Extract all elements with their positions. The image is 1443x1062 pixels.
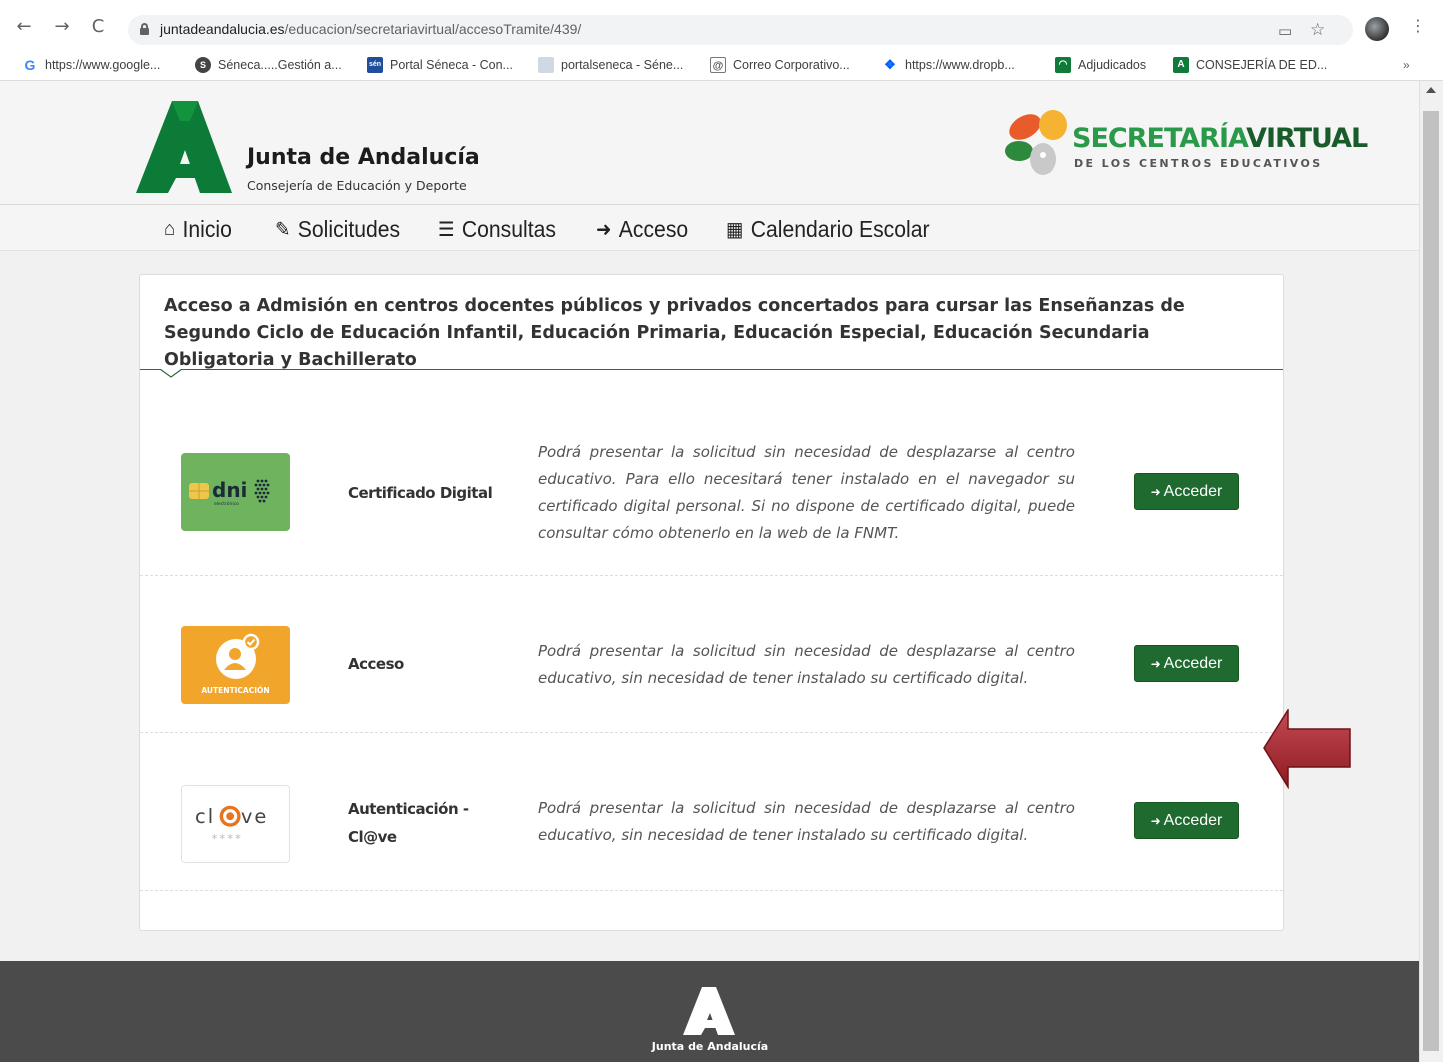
option-description: Podrá presentar la solicitud sin necesid… [538, 443, 1075, 542]
page-scrollbar[interactable] [1419, 81, 1443, 1062]
browser-toolbar: ← → C juntadeandalucia.es/educacion/secr… [0, 0, 1443, 50]
left-arrow-annotation-icon [1263, 709, 1351, 789]
nav-label: Consultas [461, 216, 556, 242]
button-label: Acceder [1163, 655, 1223, 672]
nav-calendario[interactable]: ▦ Calendario Escolar [726, 216, 930, 243]
button-label: Acceder [1163, 483, 1223, 500]
bookmark-label: https://www.google... [45, 58, 161, 72]
bookmark-label: Séneca.....Gestión a... [218, 58, 342, 72]
nav-label: Inicio [182, 216, 232, 242]
acceder-certificado-button[interactable]: ➜ Acceder [1134, 473, 1239, 510]
bookmark-label: Adjudicados [1078, 58, 1147, 72]
address-bar[interactable]: juntadeandalucia.es/educacion/secretaria… [128, 15, 1353, 45]
nav-acceso[interactable]: ➜ Acceso [596, 216, 688, 243]
bookmark-correo[interactable]: @ Correo Corporativo... [710, 57, 850, 73]
footer-text: Junta de Andalucía [651, 1040, 769, 1053]
site-subtitle: Consejería de Educación y Deporte [247, 178, 467, 193]
acceder-clave-button[interactable]: ➜ Acceder [1134, 802, 1239, 839]
list-icon: ☰ [438, 219, 455, 241]
back-arrow-icon[interactable]: ← [14, 17, 34, 37]
sen-icon: sén [367, 57, 383, 73]
pencil-icon: ✎ [275, 219, 291, 241]
access-panel: Acceso a Admisión en centros docentes pú… [139, 274, 1284, 931]
calendar-icon: ▦ [726, 219, 744, 241]
option-label: Certificado Digital [348, 484, 493, 502]
sign-in-icon: ➜ [596, 219, 612, 241]
clave-stars: **** [212, 832, 243, 846]
bookmarks-bar: G https://www.google... S Séneca.....Ges… [0, 50, 1443, 81]
bookmark-consejeria[interactable]: A CONSEJERÍA DE ED... [1173, 57, 1327, 73]
secretaria-virtual-subtitle: DE LOS CENTROS EDUCATIVOS [1074, 157, 1323, 170]
option-row-certificado: dni electrónico Certificado Digital Podr… [140, 405, 1283, 576]
option-row-acceso: AUTENTICACIÓN Acceso Podrá presentar la … [140, 576, 1283, 733]
panel-notch [160, 369, 182, 378]
clave-text-a: cl [195, 805, 215, 828]
portal-icon [538, 57, 554, 73]
clave-text-b: ve [241, 805, 268, 828]
consejeria-icon: A [1173, 57, 1189, 73]
site-title: Junta de Andalucía [247, 145, 480, 170]
scroll-thumb[interactable] [1423, 111, 1439, 1051]
nav-inicio[interactable]: ⌂ Inicio [164, 216, 232, 243]
forward-arrow-icon[interactable]: → [52, 17, 72, 37]
clave-logo-icon: cl ve **** [181, 785, 290, 863]
autenticacion-text: AUTENTICACIÓN [201, 686, 269, 695]
url-text[interactable]: juntadeandalucia.es/educacion/secretaria… [160, 21, 581, 37]
option-label: Acceso [348, 655, 404, 673]
site-header: Junta de Andalucía Consejería de Educaci… [0, 81, 1419, 205]
panel-divider [140, 369, 1283, 370]
dropbox-icon: ❖ [884, 57, 896, 72]
menu-kebab-icon[interactable]: ⋮ [1410, 16, 1426, 36]
nav-label: Calendario Escolar [750, 216, 930, 242]
panel-title: Acceso a Admisión en centros docentes pú… [164, 296, 1185, 370]
bookmark-label: https://www.dropb... [905, 58, 1015, 72]
nav-label: Acceso [618, 216, 689, 242]
option-description: Podrá presentar la solicitud sin necesid… [538, 642, 1075, 687]
junta-andalucia-logo-icon[interactable] [136, 101, 232, 193]
option-label: Autenticación - Cl@ve [348, 800, 469, 846]
autenticacion-icon: AUTENTICACIÓN [181, 626, 290, 704]
bookmark-portal-seneca[interactable]: sén Portal Séneca - Con... [367, 57, 513, 73]
bookmark-adjudicados[interactable]: ◠ Adjudicados [1055, 57, 1146, 73]
secretaria-virtual-logo-icon[interactable] [1003, 105, 1073, 177]
bookmark-label: CONSEJERÍA DE ED... [1196, 58, 1328, 72]
sign-in-icon: ➜ [1150, 814, 1161, 828]
bookmark-seneca[interactable]: S Séneca.....Gestión a... [195, 57, 342, 73]
google-icon: G [24, 57, 36, 73]
dni-electronico-icon: dni electrónico [181, 453, 290, 531]
secretaria-virtual-title: SECRETARÍAVIRTUAL [1072, 123, 1368, 154]
sign-in-icon: ➜ [1150, 485, 1161, 499]
option-description: Podrá presentar la solicitud sin necesid… [538, 799, 1075, 844]
button-label: Acceder [1163, 812, 1223, 829]
adjudicados-icon: ◠ [1055, 57, 1071, 73]
reload-icon[interactable]: C [88, 17, 108, 37]
profile-avatar[interactable] [1365, 17, 1389, 41]
page-viewport: Junta de Andalucía Consejería de Educaci… [0, 81, 1419, 1062]
cast-icon[interactable]: ▭ [1278, 21, 1292, 41]
nav-label: Solicitudes [297, 216, 401, 242]
bookmark-portalseneca[interactable]: portalseneca - Séne... [538, 57, 683, 73]
star-icon[interactable]: ☆ [1310, 20, 1325, 40]
junta-andalucia-footer-logo-icon [683, 987, 735, 1035]
sign-in-icon: ➜ [1150, 657, 1161, 671]
dni-text: dni [212, 478, 247, 502]
lock-icon [140, 23, 149, 35]
bookmark-dropbox[interactable]: ❖ https://www.dropb... [882, 57, 1015, 73]
acceder-acceso-button[interactable]: ➜ Acceder [1134, 645, 1239, 682]
seneca-icon: S [195, 57, 211, 73]
main-nav: ⌂ Inicio ✎ Solicitudes ☰ Consultas ➜ Acceso … [0, 205, 1419, 251]
at-icon: @ [710, 57, 726, 73]
nav-consultas[interactable]: ☰ Consultas [438, 216, 556, 243]
bookmarks-more-icon[interactable]: » [1403, 58, 1410, 72]
scroll-up-icon[interactable] [1426, 87, 1436, 93]
bookmark-label: Portal Séneca - Con... [390, 58, 513, 72]
home-icon: ⌂ [164, 218, 176, 240]
bookmark-label: Correo Corporativo... [733, 58, 850, 72]
bookmark-google[interactable]: G https://www.google... [22, 57, 161, 73]
option-row-clave: cl ve **** Autenticación - Cl@ve Podrá p… [140, 733, 1283, 891]
site-footer: Junta de Andalucía [0, 961, 1419, 1062]
nav-solicitudes[interactable]: ✎ Solicitudes [275, 216, 400, 243]
dni-small-text: electrónico [214, 500, 239, 507]
bookmark-label: portalseneca - Séne... [561, 58, 684, 72]
